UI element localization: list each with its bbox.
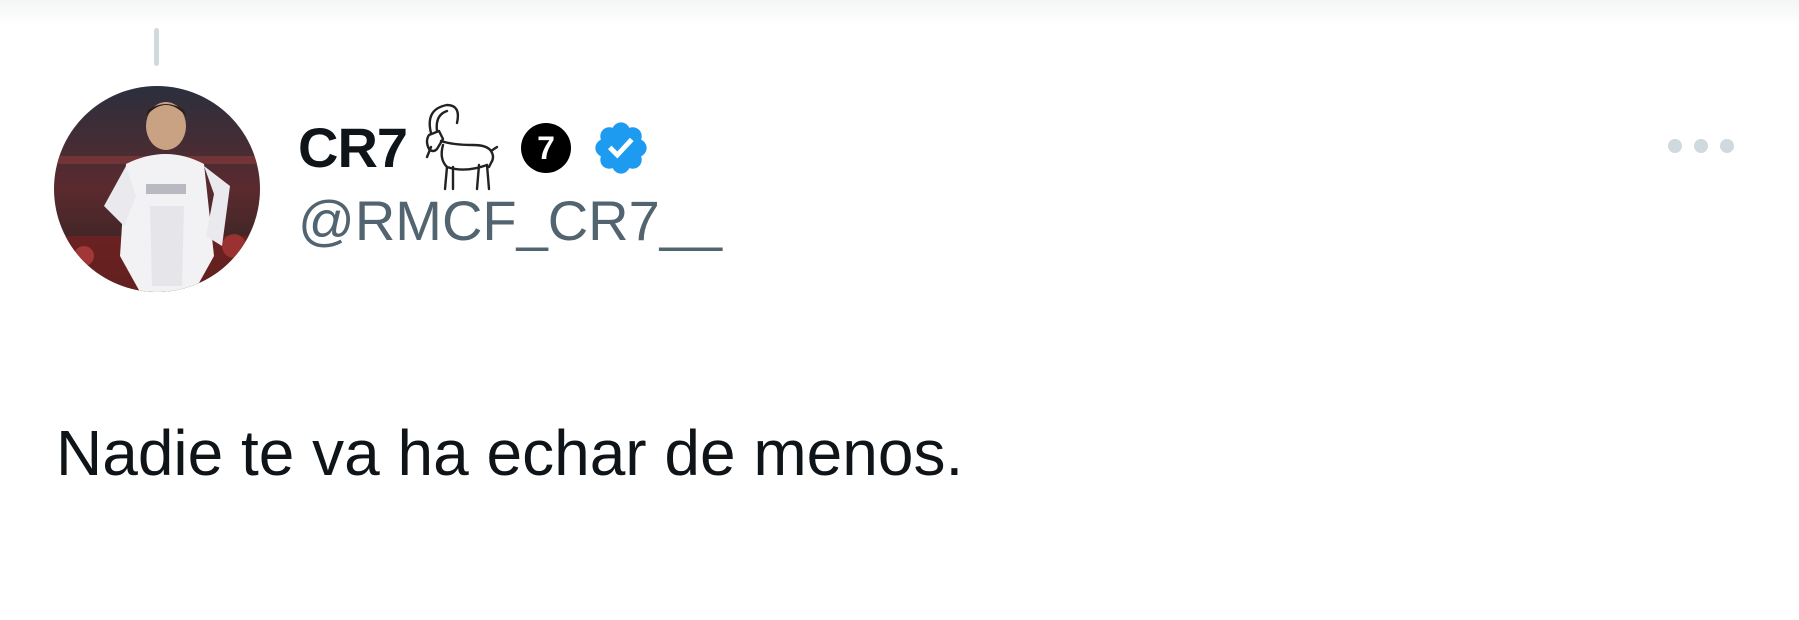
display-name[interactable]: CR7 [298,120,408,176]
user-handle[interactable]: @RMCF_CR7__ [298,190,722,252]
top-divider [0,0,1799,26]
verified-badge-icon[interactable] [591,118,651,178]
number-seven-badge: 7 [521,123,572,173]
more-options-button[interactable] [1668,138,1734,154]
thread-connector-line [154,28,159,66]
more-horizontal-icon-dot-1 [1668,139,1682,153]
more-horizontal-icon-dot-3 [1720,139,1734,153]
avatar-photo [54,86,260,292]
more-horizontal-icon-dot-2 [1694,139,1708,153]
tweet-header: CR7 7 @RMCF_CR7__ [298,100,722,252]
goat-icon [425,103,499,191]
tweet-text: Nadie te va ha echar de menos. [56,417,964,489]
avatar[interactable] [54,86,260,292]
name-row: CR7 7 [298,100,722,196]
